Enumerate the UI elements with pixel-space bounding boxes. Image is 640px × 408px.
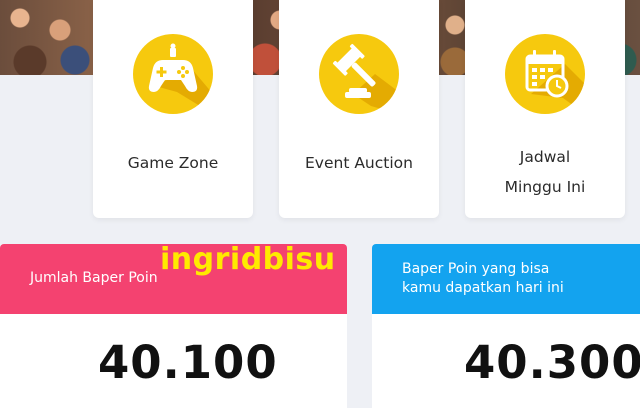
stat-title-today-points: Baper Poin yang bisa kamu dapatkan hari … <box>402 261 564 296</box>
menu-label-game-zone: Game Zone <box>127 154 219 172</box>
menu-label-event-auction: Event Auction <box>305 154 413 172</box>
stat-value-total-points: 40.100 <box>98 336 278 389</box>
watermark-text: ingridbisu <box>160 242 336 277</box>
stat-value-today-points: 40.300 <box>464 336 640 389</box>
calendar-clock-icon <box>505 34 585 114</box>
menu-card-jadwal[interactable]: Jadwal Minggu Ini <box>465 0 625 218</box>
menu-label-jadwal: Jadwal Minggu Ini <box>504 148 586 196</box>
stat-card-today-points: Baper Poin yang bisa kamu dapatkan hari … <box>372 244 640 408</box>
gamepad-icon <box>133 34 213 114</box>
stat-header-today-points: Baper Poin yang bisa kamu dapatkan hari … <box>372 244 640 314</box>
menu-card-game-zone[interactable]: Game Zone <box>93 0 253 218</box>
gavel-icon <box>319 34 399 114</box>
menu-card-event-auction[interactable]: Event Auction <box>279 0 439 218</box>
